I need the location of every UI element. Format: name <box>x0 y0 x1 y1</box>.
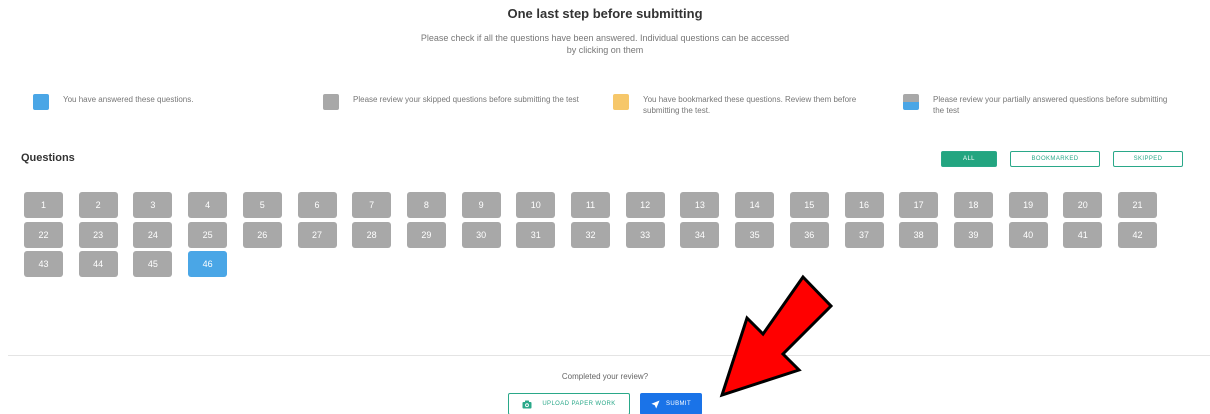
question-button-13[interactable]: 13 <box>680 192 720 218</box>
question-button-26[interactable]: 26 <box>242 221 282 248</box>
question-button-27[interactable]: 27 <box>297 221 337 248</box>
question-button-19[interactable]: 19 <box>1008 192 1048 218</box>
question-button-39[interactable]: 39 <box>953 221 993 248</box>
legend: You have answered these questions. Pleas… <box>0 94 1210 124</box>
filter-skipped-button[interactable]: SKIPPED <box>1113 151 1183 167</box>
question-button-17[interactable]: 17 <box>899 192 939 218</box>
question-button-2[interactable]: 2 <box>78 192 118 218</box>
submit-button[interactable]: SUBMIT <box>640 393 702 414</box>
question-button-31[interactable]: 31 <box>516 221 556 248</box>
question-button-45[interactable]: 45 <box>133 251 173 277</box>
question-button-37[interactable]: 37 <box>844 221 884 248</box>
question-button-7[interactable]: 7 <box>352 192 392 218</box>
question-button-21[interactable]: 21 <box>1118 192 1157 218</box>
divider <box>8 355 1210 356</box>
question-button-46[interactable]: 46 <box>188 251 228 277</box>
question-button-10[interactable]: 10 <box>516 192 556 218</box>
legend-bookmarked-text: You have bookmarked these questions. Rev… <box>643 95 857 115</box>
bookmarked-swatch <box>613 94 629 110</box>
question-button-12[interactable]: 12 <box>625 192 665 218</box>
legend-bookmarked: You have bookmarked these questions. Rev… <box>613 94 883 116</box>
question-button-25[interactable]: 25 <box>188 221 228 248</box>
filter-tabs: ALL BOOKMARKED SKIPPED <box>0 151 1210 167</box>
upload-label: UPLOAD PAPER WORK <box>542 401 616 407</box>
question-button-3[interactable]: 3 <box>133 192 173 218</box>
page-subtitle: Please check if all the questions have b… <box>420 33 790 55</box>
question-button-29[interactable]: 29 <box>406 221 446 248</box>
question-button-42[interactable]: 42 <box>1118 221 1157 248</box>
question-button-41[interactable]: 41 <box>1063 221 1103 248</box>
legend-skipped-text: Please review your skipped questions bef… <box>353 95 579 104</box>
question-button-18[interactable]: 18 <box>953 192 993 218</box>
question-button-43[interactable]: 43 <box>24 251 63 277</box>
review-prompt: Completed your review? <box>561 372 649 381</box>
partial-swatch <box>903 94 919 110</box>
question-button-9[interactable]: 9 <box>461 192 501 218</box>
question-button-4[interactable]: 4 <box>188 192 228 218</box>
question-button-40[interactable]: 40 <box>1008 221 1048 248</box>
question-button-34[interactable]: 34 <box>680 221 720 248</box>
question-button-32[interactable]: 32 <box>571 221 610 248</box>
question-button-23[interactable]: 23 <box>78 221 118 248</box>
legend-partial: Please review your partially answered qu… <box>903 94 1173 116</box>
question-button-20[interactable]: 20 <box>1063 192 1103 218</box>
question-button-30[interactable]: 30 <box>461 221 501 248</box>
question-button-6[interactable]: 6 <box>297 192 337 218</box>
question-button-15[interactable]: 15 <box>789 192 829 218</box>
question-button-33[interactable]: 33 <box>625 221 665 248</box>
question-button-14[interactable]: 14 <box>735 192 775 218</box>
question-button-35[interactable]: 35 <box>735 221 775 248</box>
red-arrow-annotation <box>719 274 834 398</box>
filter-bookmarked-button[interactable]: BOOKMARKED <box>1010 151 1100 167</box>
submit-label: SUBMIT <box>665 401 692 407</box>
skipped-swatch <box>323 94 339 110</box>
header: One last step before submitting Please c… <box>0 6 1210 56</box>
page-title: One last step before submitting <box>507 6 703 21</box>
question-button-24[interactable]: 24 <box>133 221 173 248</box>
question-button-28[interactable]: 28 <box>352 221 392 248</box>
legend-skipped: Please review your skipped questions bef… <box>323 94 593 110</box>
question-button-38[interactable]: 38 <box>899 221 939 248</box>
question-button-11[interactable]: 11 <box>571 192 610 218</box>
question-button-16[interactable]: 16 <box>844 192 884 218</box>
legend-answered: You have answered these questions. <box>33 94 263 110</box>
send-icon <box>651 399 660 409</box>
question-button-36[interactable]: 36 <box>789 221 829 248</box>
upload-paper-work-button[interactable]: UPLOAD PAPER WORK <box>508 393 630 414</box>
camera-icon <box>522 400 532 409</box>
question-button-22[interactable]: 22 <box>24 221 63 248</box>
legend-answered-text: You have answered these questions. <box>63 95 194 104</box>
question-button-1[interactable]: 1 <box>24 192 63 218</box>
answered-swatch <box>33 94 49 110</box>
question-button-5[interactable]: 5 <box>242 192 282 218</box>
filter-all-button[interactable]: ALL <box>941 151 997 167</box>
legend-partial-text: Please review your partially answered qu… <box>933 95 1168 115</box>
question-button-44[interactable]: 44 <box>78 251 118 277</box>
question-button-8[interactable]: 8 <box>406 192 446 218</box>
